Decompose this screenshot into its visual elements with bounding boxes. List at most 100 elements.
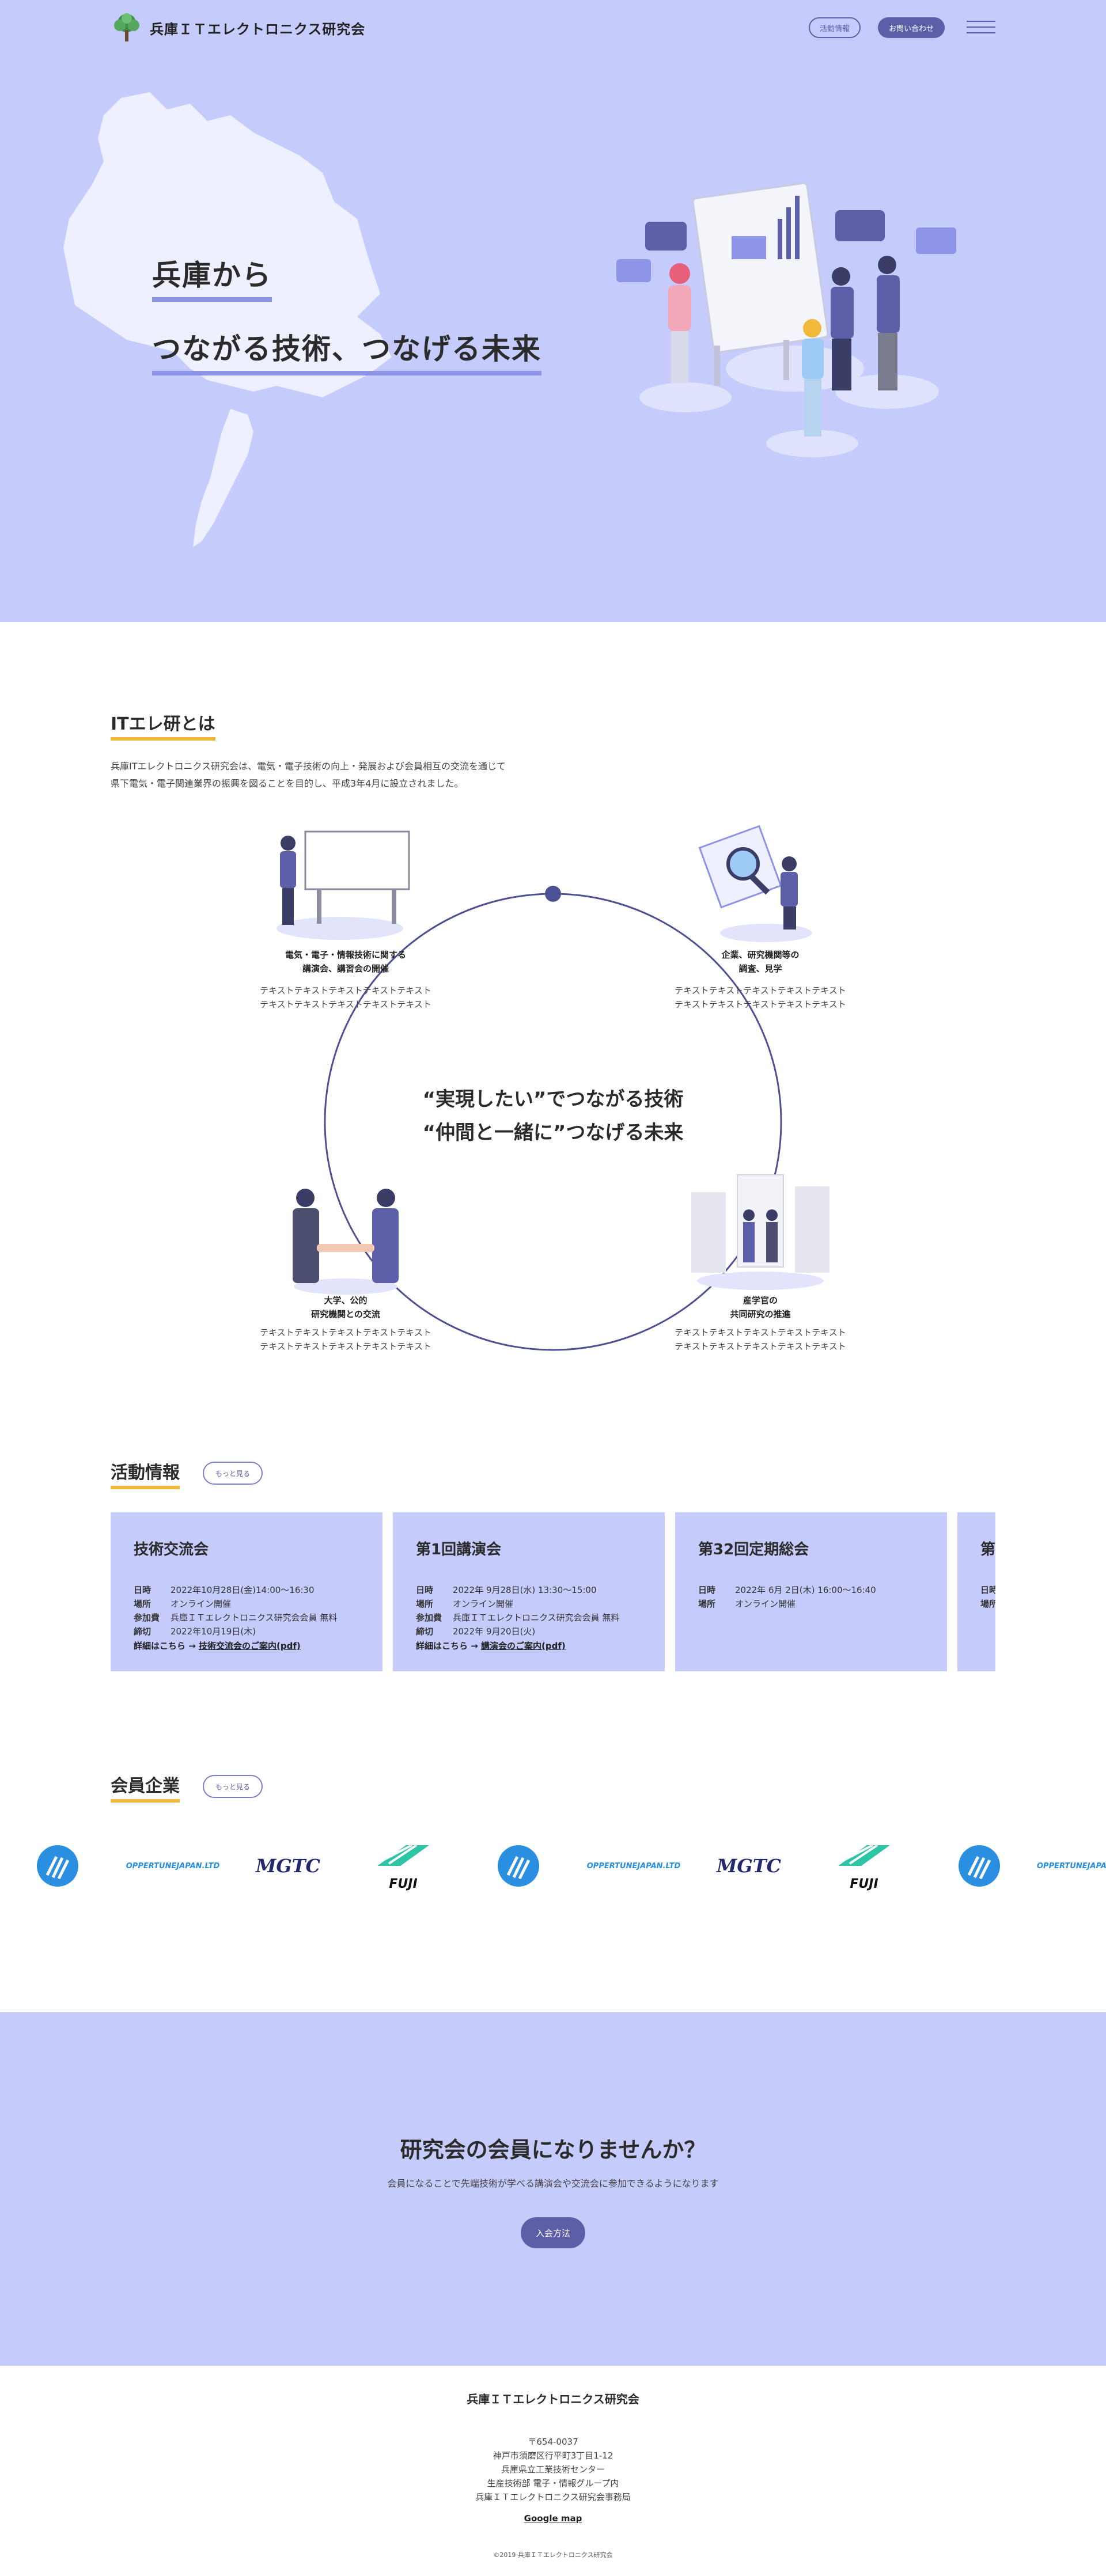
hero-title-line1: 兵庫から (152, 252, 272, 302)
member-logo[interactable]: MGTC (714, 1837, 783, 1895)
activity-card[interactable]: 技術交流会 日時 2022年10月28日(金)14:00〜16:30 場所 オンライ… (111, 1512, 382, 1671)
row-key: 参加費 (134, 1613, 160, 1623)
row-key: 締切 (416, 1626, 434, 1637)
feature-survey-title: 企業、研究機関等の 調査、見学 (680, 948, 841, 976)
hero-title-line2: つながる技術、つなげる未来 (152, 326, 541, 375)
google-map-link-text[interactable]: Google map (524, 2513, 582, 2524)
activity-card-row: 参加費 兵庫ＩＴエレクトロニクス研究会会員 無料 (134, 1611, 359, 1625)
activity-card-row: 日時 (980, 1583, 995, 1597)
feature-joint-research-title: 産学官の 共同研究の推進 (680, 1293, 841, 1321)
row-key: 場所 (980, 1599, 995, 1609)
hero-section: 兵庫ＩＴエレクトロニクス研究会 活動情報 お問い合わせ 兵庫から つながる技術、… (0, 0, 1106, 622)
feature-survey-text-2: テキストテキストテキストテキストテキスト (675, 999, 846, 1010)
member-logo[interactable]: OPPERTUNEJAPAN.LTD (576, 1837, 691, 1895)
activity-card-row: 参加費 兵庫ＩＴエレクトロニクス研究会会員 無料 (416, 1611, 642, 1625)
row-value: 兵庫ＩＴエレクトロニクス研究会会員 無料 (171, 1613, 338, 1623)
about-description: 兵庫ITエレクトロニクス研究会は、電気・電子技術の向上・発展および会員相互の交流… (111, 758, 506, 792)
pdf-link[interactable]: 技術交流会のご案内(pdf) (199, 1641, 301, 1651)
cta-subtitle: 会員になることで先端技術が学べる講演会や交流会に参加できるようになります (387, 2178, 719, 2189)
handshake-illustration (293, 1189, 399, 1295)
collaboration-panels-illustration (691, 1174, 830, 1290)
activity-more-button[interactable]: もっと見る (203, 1462, 263, 1485)
row-value: 2022年 9月20日(火) (453, 1626, 536, 1637)
stripes-emblem-icon (37, 1845, 78, 1887)
copyright: ©2019 兵庫ＩＴエレクトロニクス研究会 (493, 2551, 613, 2559)
activity-card[interactable]: 第1回講演会 日時 2022年 9月28日(水) 13:30〜15:00 場所 オン… (393, 1512, 665, 1671)
row-value: 2022年10月28日(金)14:00〜16:30 (171, 1585, 315, 1595)
feature-joint-research-title-1: 産学官の (743, 1295, 778, 1306)
feature-joint-research-text-1: テキストテキストテキストテキストテキスト (675, 1327, 846, 1338)
activity-card-row: 締切 2022年10月19日(木) (134, 1625, 359, 1638)
footer-address-line: 兵庫県立工業技術センター (501, 2464, 605, 2475)
members-more-button[interactable]: もっと見る (203, 1775, 263, 1798)
activity-card-row: 場所 オンライン開催 (698, 1597, 924, 1611)
feature-joint-research-text-2: テキストテキストテキストテキストテキスト (675, 1341, 846, 1352)
row-value: 2022年 9月28日(水) 13:30〜15:00 (453, 1585, 597, 1595)
google-map-link[interactable]: Google map (0, 2513, 1106, 2524)
feature-survey-title-1: 企業、研究機関等の (721, 950, 800, 960)
row-value: オンライン開催 (453, 1599, 514, 1609)
activity-detail-link[interactable]: 詳細はこちら → 講演会のご案内(pdf) (416, 1638, 642, 1653)
feature-lecture-title-2: 講演会、講習会の開催 (302, 963, 389, 974)
hero-title: 兵庫から つながる技術、つなげる未来 (152, 252, 541, 400)
member-logo-partial[interactable]: OPPERTUNEJAPAN (1037, 1837, 1106, 1895)
site-header: 兵庫ＩＴエレクトロニクス研究会 活動情報 お問い合わせ (0, 0, 1106, 58)
row-key: 場所 (134, 1599, 151, 1609)
activity-card-row: 日時 2022年 6月 2日(木) 16:00〜16:40 (698, 1583, 924, 1597)
footer-postal: 〒654-0037 (528, 2437, 578, 2447)
row-key: 日時 (698, 1585, 716, 1595)
footer-address: 〒654-0037 神戸市須磨区行平町3丁目1-12 兵庫県立工業技術センター … (0, 2435, 1106, 2504)
row-key: 日時 (416, 1585, 434, 1595)
feature-joint-research-title-2: 共同研究の推進 (730, 1309, 791, 1319)
feature-university-title-1: 大学、公的 (324, 1295, 368, 1306)
activity-card-row: 日時 2022年 9月28日(水) 13:30〜15:00 (416, 1583, 642, 1597)
footer-address-line: 生産技術部 電子・情報グループ内 (487, 2478, 619, 2488)
activity-detail-link[interactable]: 詳細はこちら → 技術交流会のご案内(pdf) (134, 1638, 359, 1653)
footer-org-name: 兵庫ＩＴエレクトロニクス研究会 (467, 2392, 639, 2406)
member-logo[interactable] (956, 1837, 1002, 1895)
join-cta-section: 研究会の会員になりませんか？ 会員になることで先端技術が学べる講演会や交流会に参… (0, 2012, 1106, 2366)
feature-university-title: 大学、公的 研究機関との交流 (265, 1293, 426, 1321)
activity-card-row: 場所 オンライン開催 (134, 1597, 359, 1611)
stripes-emblem-icon (498, 1845, 539, 1887)
member-logo-text: OPPERTUNEJAPAN (1037, 1861, 1106, 1871)
pdf-link[interactable]: 講演会のご案内(pdf) (481, 1641, 566, 1651)
activity-title: 活動情報 (111, 1458, 180, 1489)
join-method-button[interactable]: 入会方法 (521, 2217, 585, 2248)
site-logo[interactable]: 兵庫ＩＴエレクトロニクス研究会 (111, 12, 365, 44)
feature-lecture-title-1: 電気・電子・情報技術に関する (285, 950, 406, 960)
activity-card[interactable]: 第32回定期総会 日時 2022年 6月 2日(木) 16:00〜16:40 場所… (675, 1512, 947, 1671)
activity-card-row: 日時 2022年10月28日(金)14:00〜16:30 (134, 1583, 359, 1597)
feature-university-text-1: テキストテキストテキストテキストテキスト (260, 1327, 431, 1338)
site-name: 兵庫ＩＴエレクトロニクス研究会 (150, 21, 366, 37)
activity-card-partial[interactable]: 第 日時 場所 (957, 1512, 995, 1671)
activity-card-row: 締切 2022年 9月20日(火) (416, 1625, 642, 1638)
about-desc-line2: 県下電気・電子関連業界の振興を図ることを目的し、平成3年4月に設立されました。 (111, 778, 464, 789)
member-logo[interactable] (495, 1837, 541, 1895)
member-logo-text: FUJI (850, 1877, 878, 1891)
member-logo[interactable] (35, 1837, 81, 1895)
activity-card-title: 第1回講演会 (416, 1541, 502, 1558)
about-desc-line1: 兵庫ITエレクトロニクス研究会は、電気・電子技術の向上・発展および会員相互の交流… (111, 761, 506, 772)
row-value: 兵庫ＩＴエレクトロニクス研究会会員 無料 (453, 1613, 620, 1623)
member-logo[interactable]: FUJI (369, 1837, 438, 1895)
menu-icon[interactable] (967, 16, 995, 39)
member-logo-text: FUJI (389, 1877, 418, 1891)
center-copy-line1: “実現したい”でつながる技術 (422, 1088, 684, 1111)
stripes-emblem-icon (959, 1845, 1000, 1887)
activity-card-row: 場所 オンライン開催 (416, 1597, 642, 1611)
row-value: オンライン開催 (735, 1599, 796, 1609)
member-logo[interactable]: MGTC (253, 1837, 323, 1895)
member-logo-text: MGTC (716, 1855, 782, 1877)
nav-contact-button[interactable]: お問い合わせ (878, 17, 945, 38)
member-logo[interactable]: OPPERTUNEJAPAN.LTD (115, 1837, 230, 1895)
activity-card-title: 第 (980, 1541, 995, 1558)
link-prefix: 詳細はこちら → (134, 1641, 199, 1651)
activity-card-title: 技術交流会 (134, 1541, 209, 1558)
member-logo-text: OPPERTUNEJAPAN.LTD (586, 1861, 681, 1871)
row-value: 2022年 6月 2日(木) 16:00〜16:40 (735, 1585, 876, 1595)
member-logo[interactable]: FUJI (830, 1837, 899, 1895)
fuji-logo-icon (838, 1844, 890, 1866)
center-copy: “実現したい”でつながる技術 “仲間と一緒に”つなげる未来 (380, 1083, 726, 1149)
nav-activity-button[interactable]: 活動情報 (809, 17, 861, 38)
